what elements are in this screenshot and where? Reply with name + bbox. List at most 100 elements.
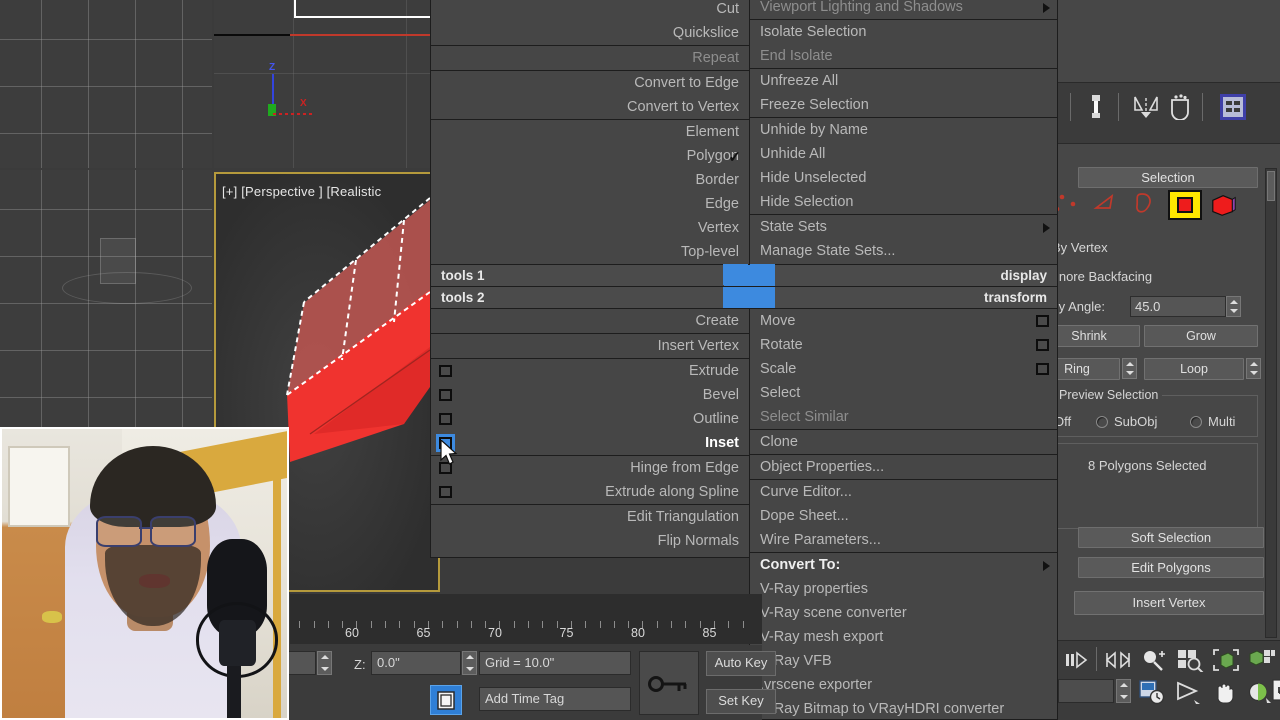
scrollbar-thumb[interactable] bbox=[1267, 171, 1275, 201]
quad-item-curve-editor[interactable]: Curve Editor... bbox=[750, 480, 1057, 504]
quad-item-vray-vfb[interactable]: V-Ray VFB bbox=[750, 649, 1057, 673]
quad-item-isolate-selection[interactable]: Isolate Selection bbox=[750, 20, 1057, 44]
loop-button[interactable]: Loop bbox=[1144, 358, 1244, 380]
preview-subobj-radio[interactable] bbox=[1096, 416, 1108, 428]
quad-title-display[interactable]: display bbox=[750, 265, 1057, 287]
mirror-icon[interactable] bbox=[1132, 94, 1160, 120]
quad-item-hinge-from-edge[interactable]: Hinge from Edge bbox=[431, 456, 749, 480]
quad-item-create[interactable]: Create bbox=[431, 309, 749, 333]
quad-item-select[interactable]: Select bbox=[750, 381, 1057, 405]
quad-item-scale[interactable]: Scale bbox=[750, 357, 1057, 381]
time-slider-ruler[interactable]: 60 65 70 75 80 85 bbox=[290, 594, 762, 644]
command-panel-scrollbar[interactable] bbox=[1265, 168, 1277, 638]
quad-menu-top-left[interactable]: Cut Quickslice Repeat Convert to Edge Co… bbox=[430, 0, 750, 265]
quad-item-manage-state-sets[interactable]: Manage State Sets... bbox=[750, 239, 1057, 263]
quad-item-vray-properties[interactable]: V-Ray properties bbox=[750, 577, 1057, 601]
edit-polygons-rollout[interactable]: Edit Polygons bbox=[1078, 557, 1264, 578]
quad-item-hide-selection[interactable]: Hide Selection bbox=[750, 190, 1057, 214]
quad-item-rotate[interactable]: Rotate bbox=[750, 333, 1057, 357]
quad-item-object-properties[interactable]: Object Properties... bbox=[750, 455, 1057, 479]
viewport-top-right[interactable]: Z X bbox=[214, 0, 440, 168]
quad-item-vray-scene-converter[interactable]: V-Ray scene converter bbox=[750, 601, 1057, 625]
quad-item-unhide-all[interactable]: Unhide All bbox=[750, 142, 1057, 166]
grow-button[interactable]: Grow bbox=[1144, 325, 1258, 347]
preview-multi-label[interactable]: Multi bbox=[1208, 414, 1235, 429]
quad-item-state-sets[interactable]: State Sets bbox=[750, 215, 1057, 239]
z-spinner[interactable] bbox=[462, 651, 477, 675]
element-icon[interactable] bbox=[1210, 191, 1238, 219]
named-selection-icon[interactable] bbox=[1085, 93, 1107, 121]
quad-title-transform[interactable]: transform bbox=[750, 287, 1057, 309]
quad-item-element[interactable]: Element bbox=[431, 120, 749, 144]
quad-title-tools1[interactable]: tools 1 bbox=[431, 265, 749, 287]
quad-item-flip-normals[interactable]: Flip Normals bbox=[431, 529, 749, 553]
extrude-along-spline-settings-box[interactable] bbox=[439, 486, 452, 498]
extrude-settings-box[interactable] bbox=[439, 365, 452, 377]
z-field[interactable]: 0.0" bbox=[371, 651, 461, 675]
quad-item-unhide-by-name[interactable]: Unhide by Name bbox=[750, 118, 1057, 142]
bevel-settings-box[interactable] bbox=[439, 389, 452, 401]
rotate-settings-box[interactable] bbox=[1036, 339, 1049, 351]
soft-selection-rollout[interactable]: Soft Selection bbox=[1078, 527, 1264, 548]
quad-item-edge[interactable]: Edge bbox=[431, 192, 749, 216]
quad-title-tools2[interactable]: tools 2 bbox=[431, 287, 749, 309]
quad-item-insert-vertex[interactable]: Insert Vertex bbox=[431, 334, 749, 358]
zoom-icon[interactable] bbox=[1140, 648, 1168, 672]
quad-item-unfreeze-all[interactable]: Unfreeze All bbox=[750, 69, 1057, 93]
nav-field[interactable] bbox=[1058, 679, 1114, 703]
key-mode-icon[interactable] bbox=[1104, 649, 1132, 671]
outline-settings-box[interactable] bbox=[439, 413, 452, 425]
quad-menu-title-display[interactable]: display bbox=[749, 264, 1058, 287]
pan-icon[interactable] bbox=[1210, 679, 1238, 705]
quad-item-extrude[interactable]: Extrude bbox=[431, 359, 749, 383]
by-vertex-label[interactable]: By Vertex bbox=[1052, 240, 1108, 255]
quad-item-outline[interactable]: Outline bbox=[431, 407, 749, 431]
quad-item-freeze-selection[interactable]: Freeze Selection bbox=[750, 93, 1057, 117]
zoom-extents-icon[interactable] bbox=[1212, 648, 1240, 672]
quad-item-polygon[interactable]: Polygon ✓ bbox=[431, 144, 749, 168]
xy-spinner[interactable] bbox=[317, 651, 332, 675]
zoom-extents-all-icon[interactable] bbox=[1248, 648, 1276, 672]
quad-item-convert-to[interactable]: Convert To: bbox=[750, 553, 1057, 577]
loop-spinner[interactable] bbox=[1246, 358, 1261, 379]
add-time-tag[interactable]: Add Time Tag bbox=[479, 687, 631, 711]
quad-item-vray-bitmap-to-vrayhdri-converter[interactable]: V-Ray Bitmap to VRayHDRI converter bbox=[750, 697, 1057, 720]
edge-icon[interactable] bbox=[1092, 191, 1122, 219]
scale-settings-box[interactable] bbox=[1036, 363, 1049, 375]
border-icon[interactable] bbox=[1130, 191, 1160, 219]
quad-item-top-level[interactable]: Top-level bbox=[431, 240, 749, 264]
quad-item-vertex[interactable]: Vertex bbox=[431, 216, 749, 240]
quad-item-extrude-along-spline[interactable]: Extrude along Spline bbox=[431, 480, 749, 504]
selection-rollout-title[interactable]: Selection bbox=[1078, 167, 1258, 188]
set-key-button[interactable]: Set Key bbox=[706, 689, 776, 714]
quad-item-inset[interactable]: Inset bbox=[431, 431, 749, 455]
quad-item-dope-sheet[interactable]: Dope Sheet... bbox=[750, 504, 1057, 528]
ignore-backfacing-label[interactable]: Ignore Backfacing bbox=[1048, 269, 1152, 284]
quad-menu-title-tools2[interactable]: tools 2 bbox=[430, 286, 750, 309]
auto-key-button[interactable]: Auto Key bbox=[706, 651, 776, 676]
quad-menu-bottom-right[interactable]: Move Rotate Scale Select Select Similar … bbox=[749, 308, 1058, 720]
quad-item-bevel[interactable]: Bevel bbox=[431, 383, 749, 407]
quad-item-vray-mesh-export[interactable]: V-Ray mesh export bbox=[750, 625, 1057, 649]
quad-item-move[interactable]: Move bbox=[750, 309, 1057, 333]
quad-item-wire-parameters[interactable]: Wire Parameters... bbox=[750, 528, 1057, 552]
vertex-icon[interactable] bbox=[1054, 191, 1084, 219]
ring-spinner[interactable] bbox=[1122, 358, 1137, 379]
by-angle-field[interactable]: 45.0 bbox=[1130, 296, 1226, 317]
quad-menu-title-tools1[interactable]: tools 1 bbox=[430, 264, 750, 287]
quad-item-vrscene-exporter[interactable]: .vrscene exporter bbox=[750, 673, 1057, 697]
move-settings-box[interactable] bbox=[1036, 315, 1049, 327]
time-configuration-icon[interactable] bbox=[1138, 679, 1166, 705]
field-of-view-icon[interactable] bbox=[1174, 679, 1202, 705]
maximize-viewport-icon[interactable] bbox=[1272, 679, 1280, 705]
quad-item-quickslice[interactable]: Quickslice bbox=[431, 21, 749, 45]
quad-item-hide-unselected[interactable]: Hide Unselected bbox=[750, 166, 1057, 190]
viewport-top-left[interactable] bbox=[0, 0, 212, 168]
orbit-icon[interactable] bbox=[1246, 679, 1272, 705]
polygon-icon[interactable] bbox=[1168, 190, 1202, 220]
key-button[interactable] bbox=[639, 651, 699, 715]
quad-item-clone[interactable]: Clone bbox=[750, 430, 1057, 454]
insert-vertex-button[interactable]: Insert Vertex bbox=[1074, 591, 1264, 615]
zoom-region-icon[interactable] bbox=[1176, 648, 1204, 672]
quad-item-convert-to-edge[interactable]: Convert to Edge bbox=[431, 71, 749, 95]
